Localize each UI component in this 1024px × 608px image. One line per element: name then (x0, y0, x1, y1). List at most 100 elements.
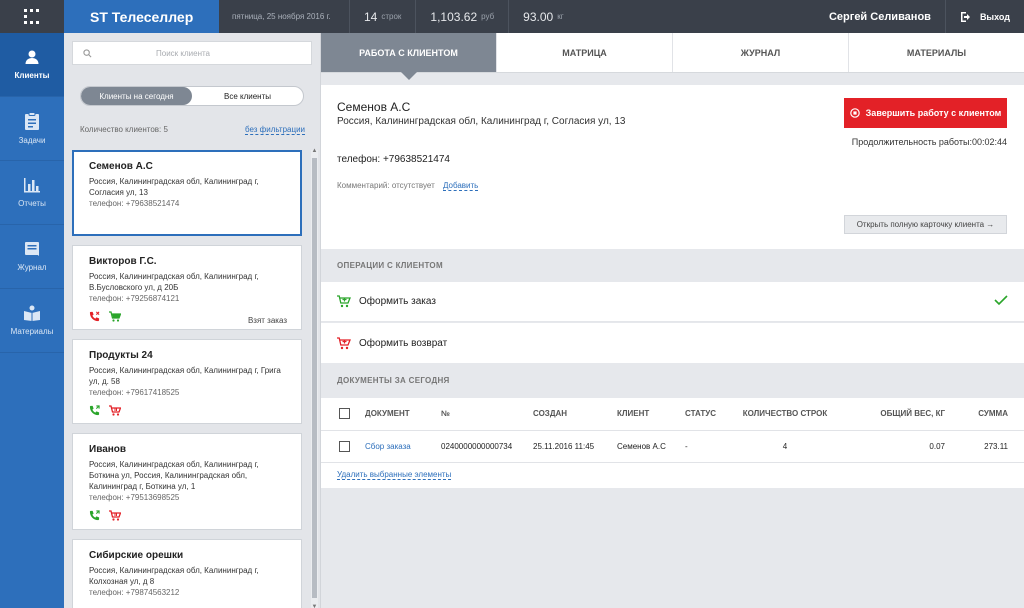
finish-client-button[interactable]: Завершить работу с клиентом (844, 98, 1007, 128)
phone-missed-icon (89, 311, 100, 322)
logout-icon (960, 11, 970, 22)
client-phone: телефон: +79638521474 (337, 154, 450, 165)
client-card-phone: телефон: +79874563212 (89, 588, 180, 597)
client-card-phone: телефон: +79256874121 (89, 294, 180, 303)
sum-value: 1,103.62 (430, 9, 478, 24)
make-return-row[interactable]: Оформить возврат (321, 323, 1024, 363)
sidebar-item-label: Журнал (17, 263, 47, 272)
col-sum[interactable]: СУММА (949, 398, 1024, 431)
client-card-status: Взят заказ (247, 316, 287, 325)
weight-unit: кг (557, 12, 564, 21)
col-weight[interactable]: ОБЩИЙ ВЕС, КГ (841, 398, 949, 431)
current-date: пятница, 25 ноября 2016 г. (219, 0, 350, 33)
search-box[interactable]: Поиск клиента (72, 41, 312, 65)
client-comment: Комментарий: отсутствует Добавить (337, 181, 479, 191)
documents-table: ДОКУМЕНТ № СОЗДАН КЛИЕНТ СТАТУС КОЛИЧЕСТ… (321, 398, 1024, 488)
client-card-phone: телефон: +79638521474 (89, 199, 180, 208)
col-number[interactable]: № (437, 398, 529, 431)
client-card-name: Викторов Г.С. (89, 256, 157, 267)
toggle-all-clients[interactable]: Все клиенты (192, 87, 303, 105)
client-card-address: Россия, Калининградская обл, Калининград… (89, 566, 259, 586)
scroll-up-icon[interactable]: ▲ (311, 148, 318, 154)
scrollbar-thumb[interactable] (312, 158, 317, 598)
documents-section-title: ДОКУМЕНТЫ ЗА СЕГОДНЯ (321, 364, 1024, 397)
col-lines[interactable]: КОЛИЧЕСТВО СТРОК (729, 398, 841, 431)
weight-value: 93.00 (523, 9, 554, 24)
sidebar-item-journal[interactable]: Журнал (0, 225, 64, 289)
col-client[interactable]: КЛИЕНТ (613, 398, 681, 431)
col-status[interactable]: СТАТУС (681, 398, 729, 431)
toggle-today-clients[interactable]: Клиенты на сегодня (81, 87, 192, 105)
cart-icon (109, 510, 121, 521)
col-created[interactable]: СОЗДАН (529, 398, 613, 431)
phone-icon (89, 405, 100, 416)
tab-journal[interactable]: ЖУРНАЛ (673, 33, 849, 72)
weight-stat: 93.00 кг (509, 0, 577, 33)
doc-lines: 4 (729, 430, 841, 463)
client-card-name: Продукты 24 (89, 350, 153, 361)
make-order-row[interactable]: Оформить заказ (321, 282, 1024, 322)
add-comment-link[interactable]: Добавить (442, 181, 479, 191)
cart-return-icon (337, 336, 351, 349)
client-card-phone: телефон: +79617418525 (89, 388, 180, 397)
open-full-card-button[interactable]: Открыть полную карточку клиента → (844, 215, 1007, 234)
client-card[interactable]: Иванов Россия, Калининградская обл, Кали… (72, 433, 302, 530)
row-select-cell (321, 430, 361, 463)
client-card[interactable]: Продукты 24 Россия, Калининградская обл,… (72, 339, 302, 424)
client-list-scrollbar[interactable]: ▲ ▼ (311, 148, 318, 608)
client-address: Россия, Калининградская обл, Калининград… (337, 116, 626, 127)
client-details: Семенов А.С Россия, Калининградская обл,… (321, 85, 1024, 249)
user-icon (25, 50, 39, 64)
client-card-name: Семенов А.С (89, 161, 153, 172)
bar-chart-icon (24, 178, 40, 193)
cart-icon (109, 405, 121, 416)
client-card-address: Россия, Калининградская обл, Калининград… (89, 177, 259, 197)
remove-selected-link[interactable]: Удалить выбранные элементы (337, 470, 452, 480)
app-logo[interactable] (0, 0, 64, 33)
finish-client-label: Завершить работу с клиентом (865, 108, 1002, 118)
phone-icon (89, 510, 100, 521)
make-return-label: Оформить возврат (359, 337, 448, 349)
sidebar: Клиенты Задачи Отчеты Журнал Материалы (0, 33, 64, 608)
sidebar-item-tasks[interactable]: Задачи (0, 97, 64, 161)
client-card-name: Иванов (89, 444, 127, 455)
col-document[interactable]: ДОКУМЕНТ (361, 398, 437, 431)
scroll-down-icon[interactable]: ▼ (311, 604, 318, 608)
sidebar-item-reports[interactable]: Отчеты (0, 161, 64, 225)
tab-materials[interactable]: МАТЕРИАЛЫ (849, 33, 1024, 72)
sidebar-item-label: Отчеты (18, 199, 46, 208)
table-header-row: ДОКУМЕНТ № СОЗДАН КЛИЕНТ СТАТУС КОЛИЧЕСТ… (321, 398, 1024, 431)
tab-matrix[interactable]: МАТРИЦА (497, 33, 673, 72)
sidebar-item-clients[interactable]: Клиенты (0, 33, 64, 97)
make-order-label: Оформить заказ (359, 296, 436, 307)
client-card-name: Сибирские орешки (89, 550, 184, 561)
client-count: Количество клиентов: 5 (80, 125, 168, 134)
no-filter-link[interactable]: без фильтрации (245, 125, 305, 135)
client-card-address: Россия, Калининградская обл, Калининград… (89, 460, 259, 491)
client-card[interactable]: Сибирские орешки Россия, Калининградская… (72, 539, 302, 608)
comment-text: Комментарий: отсутствует (337, 181, 435, 190)
table-row[interactable]: Сбор заказа 0240000000000734 25.11.2016 … (321, 430, 1024, 463)
rows-count: 14 (364, 9, 378, 24)
client-card-address: Россия, Калининградская обл, Калининград… (89, 272, 259, 292)
logo-icon (24, 8, 39, 24)
user-name[interactable]: Сергей Селиванов (829, 0, 946, 33)
sidebar-item-materials[interactable]: Материалы (0, 289, 64, 353)
journal-icon (25, 242, 39, 256)
row-checkbox[interactable] (339, 440, 350, 452)
client-card[interactable]: Викторов Г.С. Россия, Калининградская об… (72, 245, 302, 330)
doc-number: 0240000000000734 (437, 430, 529, 463)
tab-client-work[interactable]: РАБОТА С КЛИЕНТОМ (321, 33, 497, 80)
operations-section-title: ОПЕРАЦИИ С КЛИЕНТОМ (321, 249, 1024, 282)
top-bar: ST Телеселлер пятница, 25 ноября 2016 г.… (0, 0, 1024, 33)
logout-button[interactable]: Выход (946, 0, 1024, 33)
client-filter-toggle: Клиенты на сегодня Все клиенты (80, 86, 304, 106)
search-input[interactable]: Поиск клиента (156, 49, 210, 58)
sidebar-item-label: Задачи (18, 136, 46, 145)
check-icon (994, 295, 1008, 306)
client-card[interactable]: Семенов А.С Россия, Калининградская обл,… (72, 150, 302, 236)
select-all-checkbox[interactable] (339, 408, 350, 420)
doc-link[interactable]: Сбор заказа (361, 430, 437, 463)
book-icon (24, 305, 40, 321)
doc-sum: 273.11 (949, 430, 1024, 463)
